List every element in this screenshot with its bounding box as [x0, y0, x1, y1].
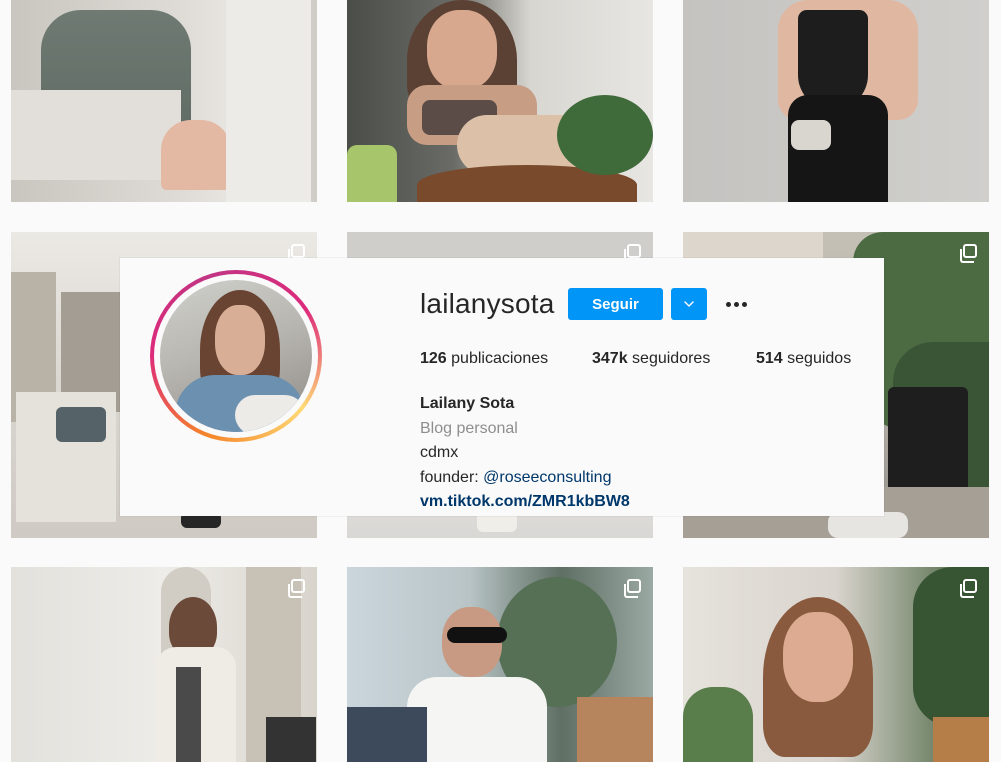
- post-thumbnail[interactable]: [347, 0, 653, 202]
- full-name: Lailany Sota: [420, 395, 515, 412]
- posts-count: 126: [420, 350, 447, 367]
- followers-label: seguidores: [632, 350, 711, 367]
- posts-label: publicaciones: [451, 350, 549, 367]
- post-thumbnail[interactable]: [683, 0, 989, 202]
- following-label: seguidos: [787, 350, 852, 367]
- posts-stat[interactable]: 126 publicaciones: [420, 350, 548, 368]
- bio-external-link[interactable]: vm.tiktok.com/ZMR1kbBW8: [420, 490, 630, 515]
- post-thumbnail[interactable]: [11, 0, 317, 202]
- follow-button[interactable]: Seguir: [568, 288, 663, 320]
- following-stat[interactable]: 514 seguidos: [756, 350, 851, 368]
- multiple-posts-icon: [624, 244, 641, 263]
- multiple-posts-icon: [288, 579, 305, 598]
- followers-count: 347k: [592, 350, 628, 367]
- post-thumbnail[interactable]: [11, 567, 317, 762]
- following-count: 514: [756, 350, 783, 367]
- more-options-icon[interactable]: [720, 294, 752, 314]
- founder-prefix: founder:: [420, 468, 484, 486]
- category-label: Blog personal: [420, 419, 518, 437]
- username[interactable]: lailanysota: [420, 288, 555, 320]
- bio-location: cdmx: [420, 444, 459, 461]
- profile-hover-card: lailanysota Seguir 126 publicaciones 347…: [120, 258, 884, 516]
- post-thumbnail[interactable]: [683, 567, 989, 762]
- followers-stat[interactable]: 347k seguidores: [592, 350, 710, 368]
- multiple-posts-icon: [960, 579, 977, 598]
- post-thumbnail[interactable]: [347, 567, 653, 762]
- multiple-posts-icon: [960, 244, 977, 263]
- bio-founder-line: founder: @roseeconsulting: [420, 466, 630, 491]
- avatar[interactable]: [160, 280, 312, 432]
- suggestions-dropdown-button[interactable]: [671, 288, 707, 320]
- profile-bio: Lailany Sota Blog personal cdmx founder:…: [420, 392, 630, 515]
- multiple-posts-icon: [288, 244, 305, 263]
- chevron-down-icon: [684, 301, 694, 307]
- founder-mention-link[interactable]: @roseeconsulting: [483, 469, 611, 486]
- story-ring[interactable]: [150, 270, 322, 442]
- multiple-posts-icon: [624, 579, 641, 598]
